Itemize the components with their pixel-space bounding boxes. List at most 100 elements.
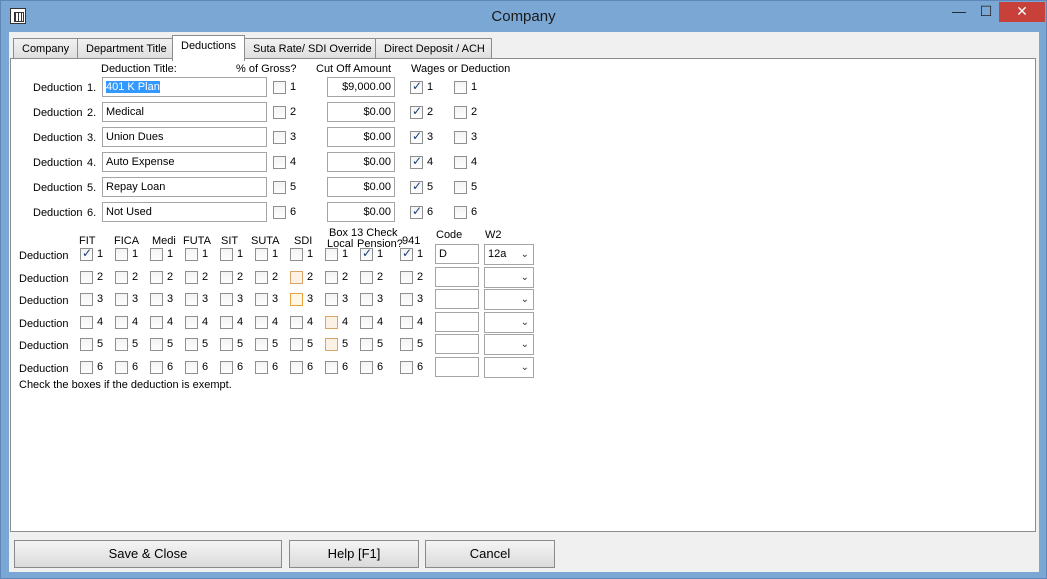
- exempt-checkbox[interactable]: [290, 338, 303, 351]
- exempt-checkbox[interactable]: [150, 338, 163, 351]
- w2-select[interactable]: ⌄: [484, 266, 534, 288]
- exempt-checkbox[interactable]: [255, 293, 268, 306]
- exempt-checkbox[interactable]: [290, 315, 303, 329]
- exempt-checkbox[interactable]: [325, 338, 338, 351]
- exempt-checkbox[interactable]: [360, 246, 373, 261]
- deduction-title-input[interactable]: Medical: [102, 102, 267, 122]
- deduction-title-input[interactable]: Auto Expense: [102, 152, 267, 172]
- exempt-checkbox[interactable]: [150, 248, 163, 261]
- exempt-checkbox[interactable]: [400, 315, 413, 329]
- exempt-checkbox[interactable]: [290, 293, 303, 306]
- cutoff-amount-input[interactable]: $0.00: [327, 202, 395, 222]
- exempt-checkbox[interactable]: [80, 338, 93, 351]
- exempt-checkbox[interactable]: [400, 293, 413, 306]
- exempt-checkbox[interactable]: [115, 315, 128, 329]
- exempt-checkbox[interactable]: [325, 270, 338, 284]
- code-input[interactable]: [435, 334, 479, 354]
- exempt-checkbox[interactable]: [360, 270, 373, 284]
- exempt-checkbox[interactable]: [80, 293, 93, 306]
- w2-select[interactable]: ⌄: [484, 311, 534, 333]
- close-button[interactable]: ✕: [999, 2, 1045, 22]
- deduction-title-input[interactable]: Repay Loan: [102, 177, 267, 197]
- cutoff-amount-input[interactable]: $0.00: [327, 127, 395, 147]
- w2-select[interactable]: ⌄: [484, 356, 534, 378]
- cutoff-amount-input[interactable]: $0.00: [327, 177, 395, 197]
- cutoff-amount-input[interactable]: $0.00: [327, 152, 395, 172]
- exempt-checkbox[interactable]: [150, 360, 163, 374]
- exempt-checkbox[interactable]: [115, 248, 128, 261]
- exempt-checkbox[interactable]: [360, 315, 373, 329]
- exempt-checkbox[interactable]: [290, 248, 303, 261]
- deduction-checkbox[interactable]: [454, 156, 467, 169]
- exempt-checkbox[interactable]: [220, 315, 233, 329]
- wages-checkbox[interactable]: [410, 79, 423, 94]
- deduction-checkbox[interactable]: [454, 181, 467, 194]
- exempt-checkbox[interactable]: [80, 315, 93, 329]
- exempt-checkbox[interactable]: [115, 338, 128, 351]
- wages-checkbox[interactable]: [410, 179, 423, 194]
- exempt-checkbox[interactable]: [255, 338, 268, 351]
- exempt-checkbox[interactable]: [360, 338, 373, 351]
- exempt-checkbox[interactable]: [400, 270, 413, 284]
- code-input[interactable]: [435, 311, 479, 332]
- exempt-checkbox[interactable]: [220, 338, 233, 351]
- exempt-checkbox[interactable]: [185, 338, 198, 351]
- tab-direct-deposit-ach[interactable]: Direct Deposit / ACH: [375, 38, 492, 60]
- cancel-button[interactable]: Cancel: [425, 540, 555, 568]
- exempt-checkbox[interactable]: [255, 248, 268, 261]
- exempt-checkbox[interactable]: [255, 360, 268, 374]
- pct-gross-checkbox[interactable]: [273, 206, 286, 219]
- pct-gross-checkbox[interactable]: [273, 106, 286, 119]
- help-button[interactable]: Help [F1]: [289, 540, 419, 568]
- exempt-checkbox[interactable]: [290, 270, 303, 284]
- tab-deductions[interactable]: Deductions: [172, 35, 245, 61]
- exempt-checkbox[interactable]: [185, 293, 198, 306]
- exempt-checkbox[interactable]: [150, 293, 163, 306]
- tab-suta-rate-sdi-override[interactable]: Suta Rate/ SDI Override: [244, 38, 376, 60]
- exempt-checkbox[interactable]: [115, 293, 128, 306]
- tab-company[interactable]: Company: [13, 38, 78, 60]
- deduction-title-input[interactable]: Not Used: [102, 202, 267, 222]
- pct-gross-checkbox[interactable]: [273, 81, 286, 94]
- deduction-checkbox[interactable]: [454, 206, 467, 219]
- exempt-checkbox[interactable]: [360, 293, 373, 306]
- exempt-checkbox[interactable]: [220, 270, 233, 284]
- exempt-checkbox[interactable]: [80, 246, 93, 261]
- exempt-checkbox[interactable]: [220, 293, 233, 306]
- exempt-checkbox[interactable]: [185, 270, 198, 284]
- pct-gross-checkbox[interactable]: [273, 131, 286, 144]
- exempt-checkbox[interactable]: [185, 248, 198, 261]
- deduction-title-input[interactable]: 401 K Plan: [102, 77, 267, 97]
- deduction-title-input[interactable]: Union Dues: [102, 127, 267, 147]
- exempt-checkbox[interactable]: [290, 360, 303, 374]
- tab-department-title[interactable]: Department Title: [77, 38, 173, 60]
- exempt-checkbox[interactable]: [360, 360, 373, 374]
- exempt-checkbox[interactable]: [185, 315, 198, 329]
- exempt-checkbox[interactable]: [150, 315, 163, 329]
- code-input[interactable]: [435, 266, 479, 287]
- w2-select[interactable]: ⌄: [484, 289, 534, 310]
- exempt-checkbox[interactable]: [115, 360, 128, 374]
- deduction-checkbox[interactable]: [454, 106, 467, 119]
- exempt-checkbox[interactable]: [325, 293, 338, 306]
- cutoff-amount-input[interactable]: $9,000.00: [327, 77, 395, 97]
- w2-select[interactable]: ⌄: [484, 334, 534, 355]
- minimize-button[interactable]: —: [946, 2, 972, 22]
- exempt-checkbox[interactable]: [80, 360, 93, 374]
- cutoff-amount-input[interactable]: $0.00: [327, 102, 395, 122]
- deduction-checkbox[interactable]: [454, 131, 467, 144]
- maximize-button[interactable]: ☐: [973, 2, 999, 22]
- code-input[interactable]: D: [435, 244, 479, 264]
- exempt-checkbox[interactable]: [80, 270, 93, 284]
- wages-checkbox[interactable]: [410, 154, 423, 169]
- exempt-checkbox[interactable]: [115, 270, 128, 284]
- exempt-checkbox[interactable]: [185, 360, 198, 374]
- exempt-checkbox[interactable]: [400, 246, 413, 261]
- exempt-checkbox[interactable]: [325, 360, 338, 374]
- code-input[interactable]: [435, 289, 479, 309]
- wages-checkbox[interactable]: [410, 204, 423, 219]
- exempt-checkbox[interactable]: [150, 270, 163, 284]
- pct-gross-checkbox[interactable]: [273, 156, 286, 169]
- exempt-checkbox[interactable]: [325, 315, 338, 329]
- exempt-checkbox[interactable]: [325, 248, 338, 261]
